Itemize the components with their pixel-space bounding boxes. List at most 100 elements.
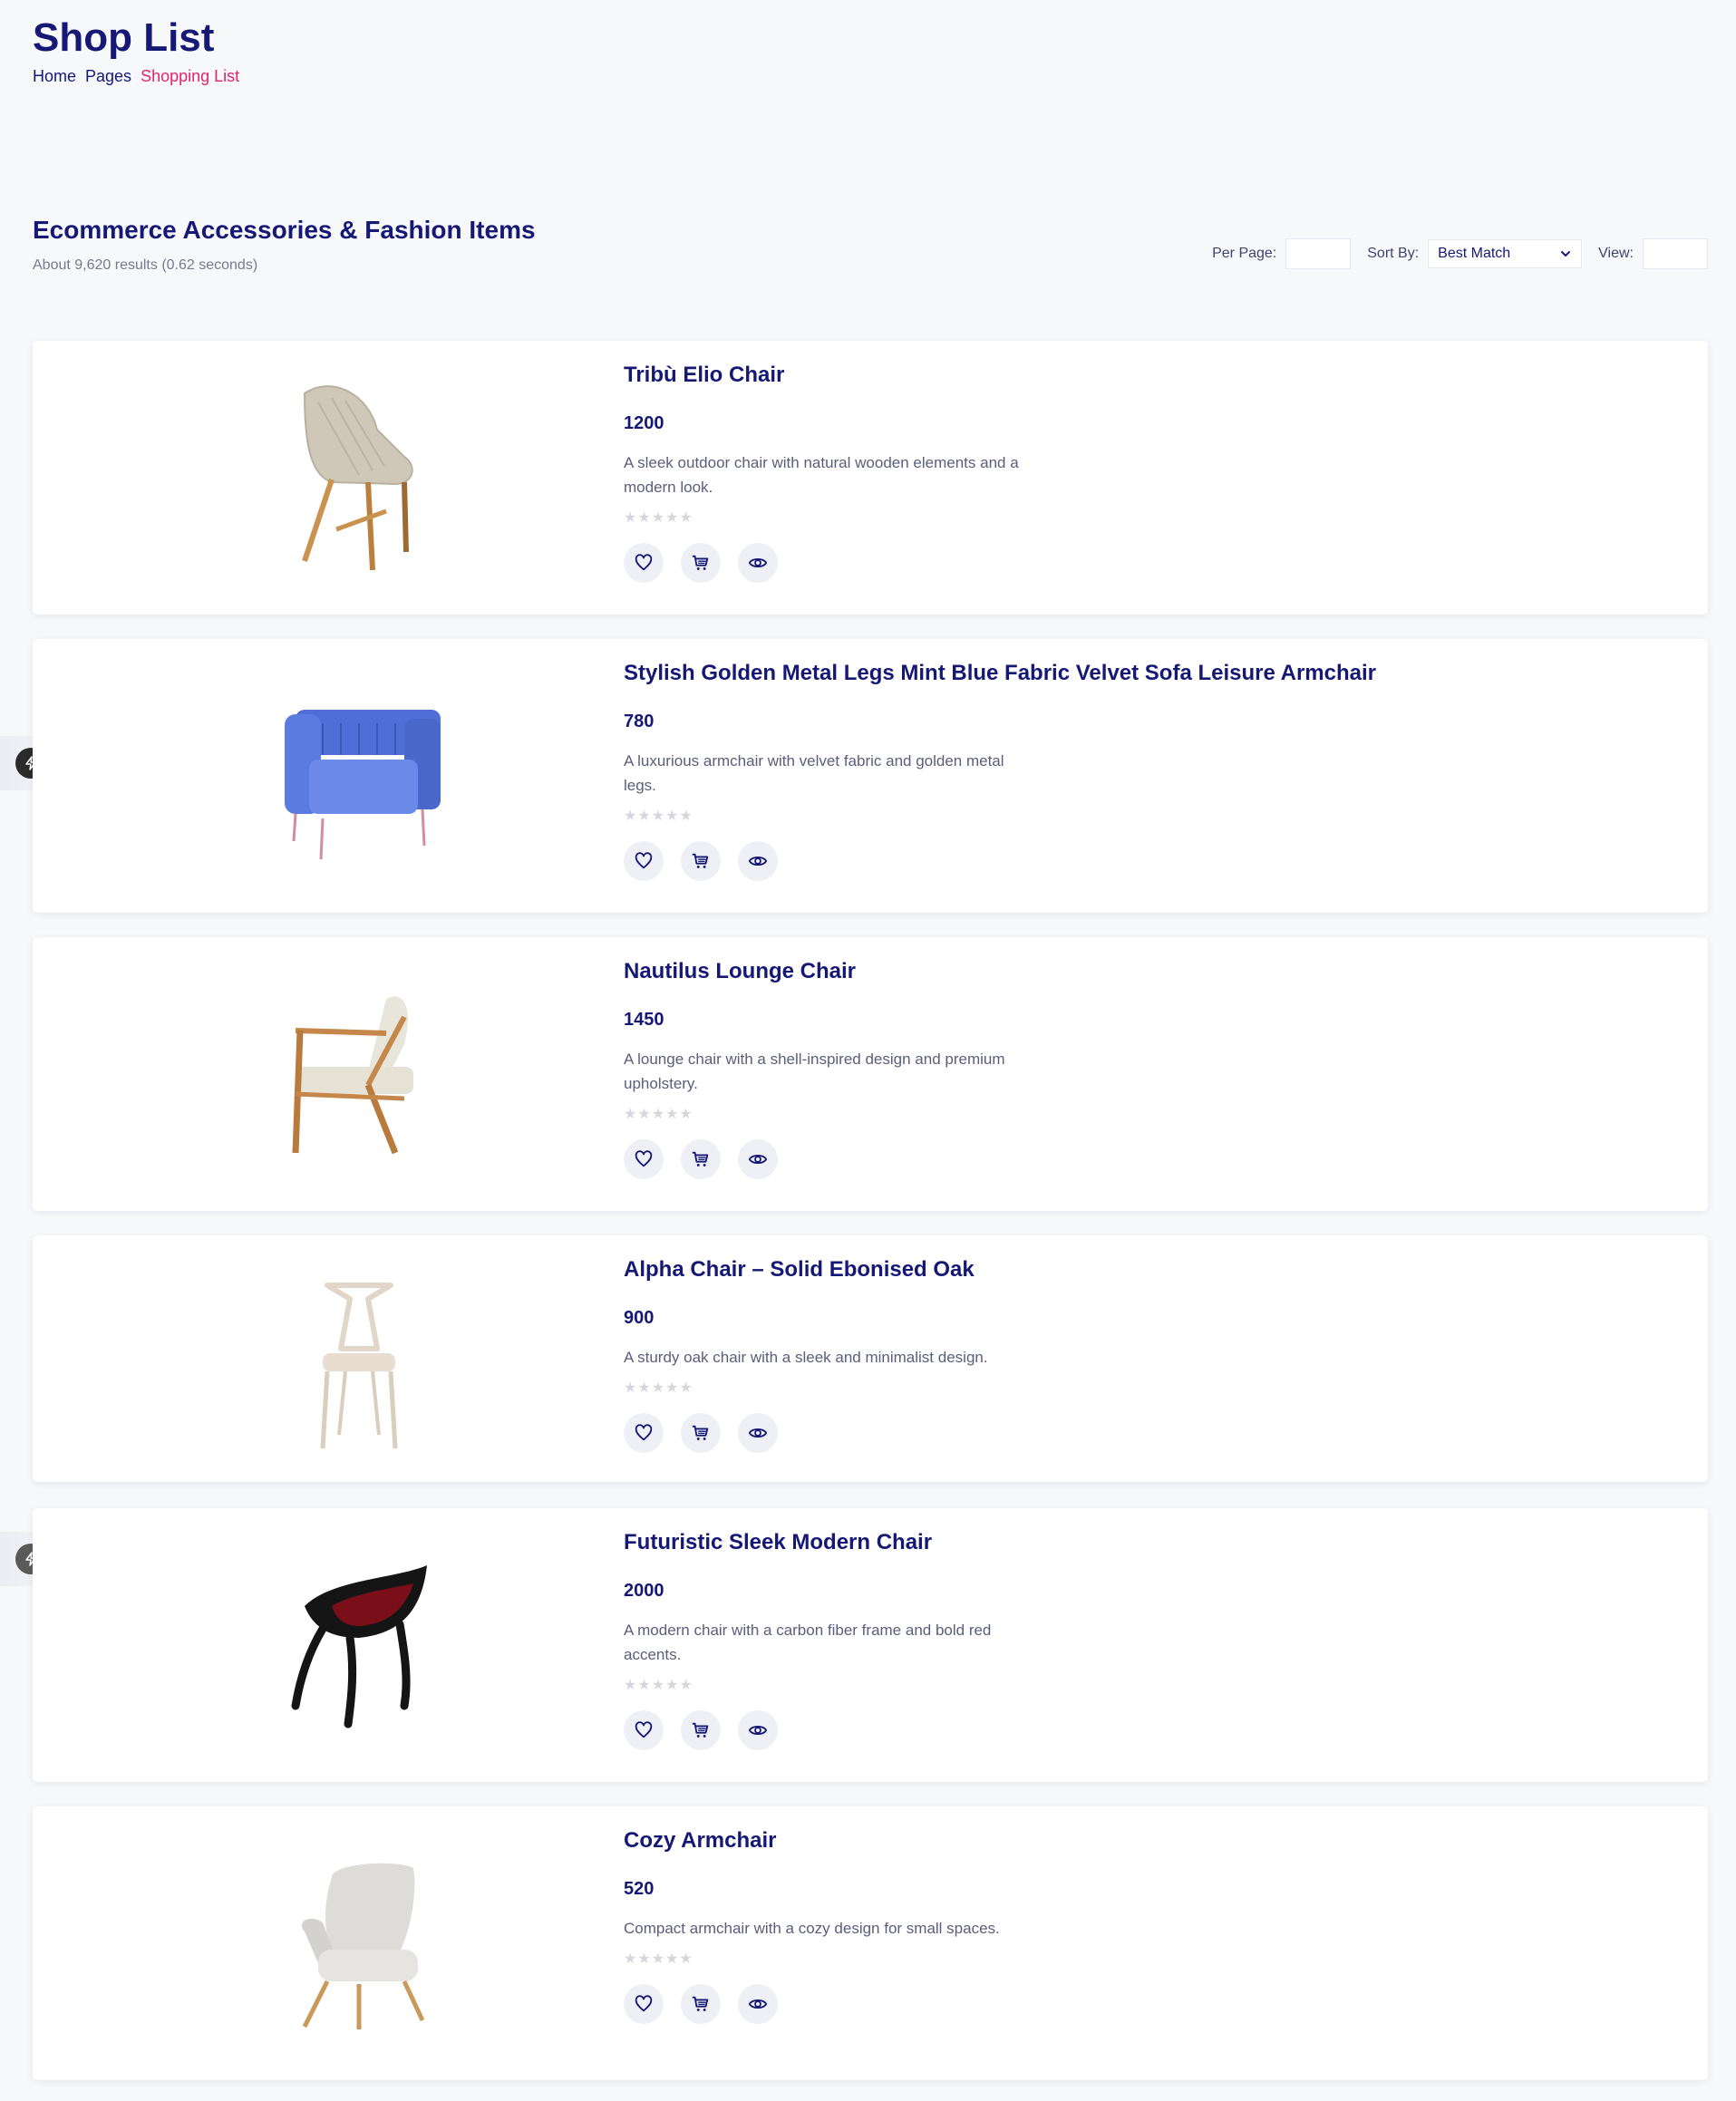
cozy-armchair-image-icon — [301, 1863, 425, 2029]
wishlist-button[interactable] — [624, 1139, 664, 1179]
wishlist-button[interactable] — [624, 543, 664, 583]
add-to-cart-button[interactable] — [681, 841, 721, 881]
eye-icon — [748, 557, 768, 568]
add-to-cart-button[interactable] — [681, 1139, 721, 1179]
product-card[interactable]: Stylish Golden Metal Legs Mint Blue Fabr… — [33, 639, 1708, 913]
per-page-label: Per Page: — [1212, 246, 1277, 261]
rating-stars: ★★★★★ — [624, 1380, 693, 1396]
quick-view-button[interactable] — [738, 1139, 778, 1179]
product-name[interactable]: Tribù Elio Chair — [624, 363, 1023, 388]
product-price: 1200 — [624, 413, 664, 433]
wishlist-button[interactable] — [624, 1984, 664, 2024]
heart-icon — [635, 1150, 653, 1167]
section-title: Ecommerce Accessories & Fashion Items — [33, 216, 536, 244]
product-name[interactable]: Nautilus Lounge Chair — [624, 959, 1023, 984]
product-name[interactable]: Stylish Golden Metal Legs Mint Blue Fabr… — [624, 661, 1376, 686]
product-info: Futuristic Sleek Modern Chair 2000 A mod… — [624, 1530, 1023, 1750]
product-info: Alpha Chair – Solid Ebonised Oak 900 A s… — [624, 1257, 1095, 1453]
product-image[interactable] — [232, 664, 486, 882]
product-info: Nautilus Lounge Chair 1450 A lounge chai… — [624, 959, 1023, 1179]
product-image[interactable] — [232, 366, 486, 584]
product-info: Stylish Golden Metal Legs Mint Blue Fabr… — [624, 661, 1376, 881]
product-description: A lounge chair with a shell-inspired des… — [624, 1050, 1005, 1092]
per-page-input[interactable] — [1285, 238, 1352, 269]
product-actions — [624, 841, 1376, 881]
chair-image-icon — [302, 385, 413, 571]
product-price: 900 — [624, 1308, 655, 1328]
product-image[interactable] — [232, 1254, 486, 1471]
sort-by-select[interactable]: Best Match — [1428, 239, 1583, 268]
product-description: A sturdy oak chair with a sleek and mini… — [624, 1349, 988, 1366]
quick-view-button[interactable] — [738, 1413, 778, 1453]
product-description: Compact armchair with a cozy design for … — [624, 1920, 1000, 1937]
heart-icon — [635, 1721, 653, 1738]
product-actions — [624, 1139, 1023, 1179]
product-description: A modern chair with a carbon fiber frame… — [624, 1622, 992, 1663]
add-to-cart-button[interactable] — [681, 1984, 721, 2024]
product-info: Tribù Elio Chair 1200 A sleek outdoor ch… — [624, 363, 1023, 583]
breadcrumb-current: Shopping List — [141, 67, 240, 86]
view-input[interactable] — [1643, 238, 1708, 269]
add-to-cart-button[interactable] — [681, 1413, 721, 1453]
rating-stars: ★★★★★ — [624, 1678, 693, 1693]
list-controls: Per Page: Sort By: Best Match View: — [1212, 238, 1708, 269]
product-actions — [624, 1710, 1023, 1750]
eye-icon — [748, 1428, 768, 1438]
heart-icon — [635, 554, 653, 571]
rating-stars: ★★★★★ — [624, 510, 693, 526]
wishlist-button[interactable] — [624, 1413, 664, 1453]
add-to-cart-button[interactable] — [681, 543, 721, 583]
cart-icon — [692, 853, 709, 868]
armchair-image-icon — [285, 710, 441, 860]
product-actions — [624, 1984, 1023, 2024]
add-to-cart-button[interactable] — [681, 1710, 721, 1750]
product-price: 2000 — [624, 1581, 664, 1601]
product-image[interactable] — [232, 1534, 486, 1751]
product-image[interactable] — [232, 963, 486, 1180]
product-price: 780 — [624, 712, 655, 731]
breadcrumb-pages[interactable]: Pages — [85, 67, 131, 86]
product-card[interactable]: Tribù Elio Chair 1200 A sleek outdoor ch… — [33, 341, 1708, 615]
rating-stars: ★★★★★ — [624, 1107, 693, 1122]
wishlist-button[interactable] — [624, 1710, 664, 1750]
product-name[interactable]: Futuristic Sleek Modern Chair — [624, 1530, 1023, 1555]
product-price: 520 — [624, 1879, 655, 1899]
chevron-down-icon — [1561, 251, 1571, 257]
cart-icon — [692, 1722, 709, 1738]
product-name[interactable]: Alpha Chair – Solid Ebonised Oak — [624, 1257, 1095, 1283]
sort-by-value: Best Match — [1438, 246, 1511, 261]
product-card[interactable]: Cozy Armchair 520 Compact armchair with … — [33, 1806, 1708, 2080]
product-price: 1450 — [624, 1010, 664, 1030]
eye-icon — [748, 1999, 768, 2009]
product-actions — [624, 543, 1023, 583]
product-card[interactable]: Alpha Chair – Solid Ebonised Oak 900 A s… — [33, 1235, 1708, 1482]
heart-icon — [635, 852, 653, 869]
eye-icon — [748, 856, 768, 867]
product-description: A sleek outdoor chair with natural woode… — [624, 454, 1019, 496]
view-label: View: — [1598, 246, 1634, 261]
rating-stars: ★★★★★ — [624, 808, 693, 824]
oak-chair-image-icon — [320, 1283, 398, 1449]
eye-icon — [748, 1725, 768, 1736]
results-count: About 9,620 results (0.62 seconds) — [33, 257, 258, 273]
wishlist-button[interactable] — [624, 841, 664, 881]
product-name[interactable]: Cozy Armchair — [624, 1828, 1023, 1854]
breadcrumb: Home Pages Shopping List — [33, 67, 239, 86]
page-header: Shop List Home Pages Shopping List — [33, 15, 239, 86]
product-description: A luxurious armchair with velvet fabric … — [624, 752, 1004, 794]
eye-icon — [748, 1154, 768, 1165]
quick-view-button[interactable] — [738, 841, 778, 881]
breadcrumb-home[interactable]: Home — [33, 67, 76, 86]
product-actions — [624, 1413, 1095, 1453]
quick-view-button[interactable] — [738, 543, 778, 583]
quick-view-button[interactable] — [738, 1710, 778, 1750]
page-title: Shop List — [33, 15, 215, 60]
rating-stars: ★★★★★ — [624, 1951, 693, 1967]
product-card[interactable]: Futuristic Sleek Modern Chair 2000 A mod… — [33, 1508, 1708, 1782]
lounge-chair-image-icon — [292, 996, 413, 1155]
quick-view-button[interactable] — [738, 1984, 778, 2024]
cart-icon — [692, 1425, 709, 1440]
product-card[interactable]: Nautilus Lounge Chair 1450 A lounge chai… — [33, 937, 1708, 1211]
product-image[interactable] — [232, 1832, 486, 2049]
cart-icon — [692, 555, 709, 570]
